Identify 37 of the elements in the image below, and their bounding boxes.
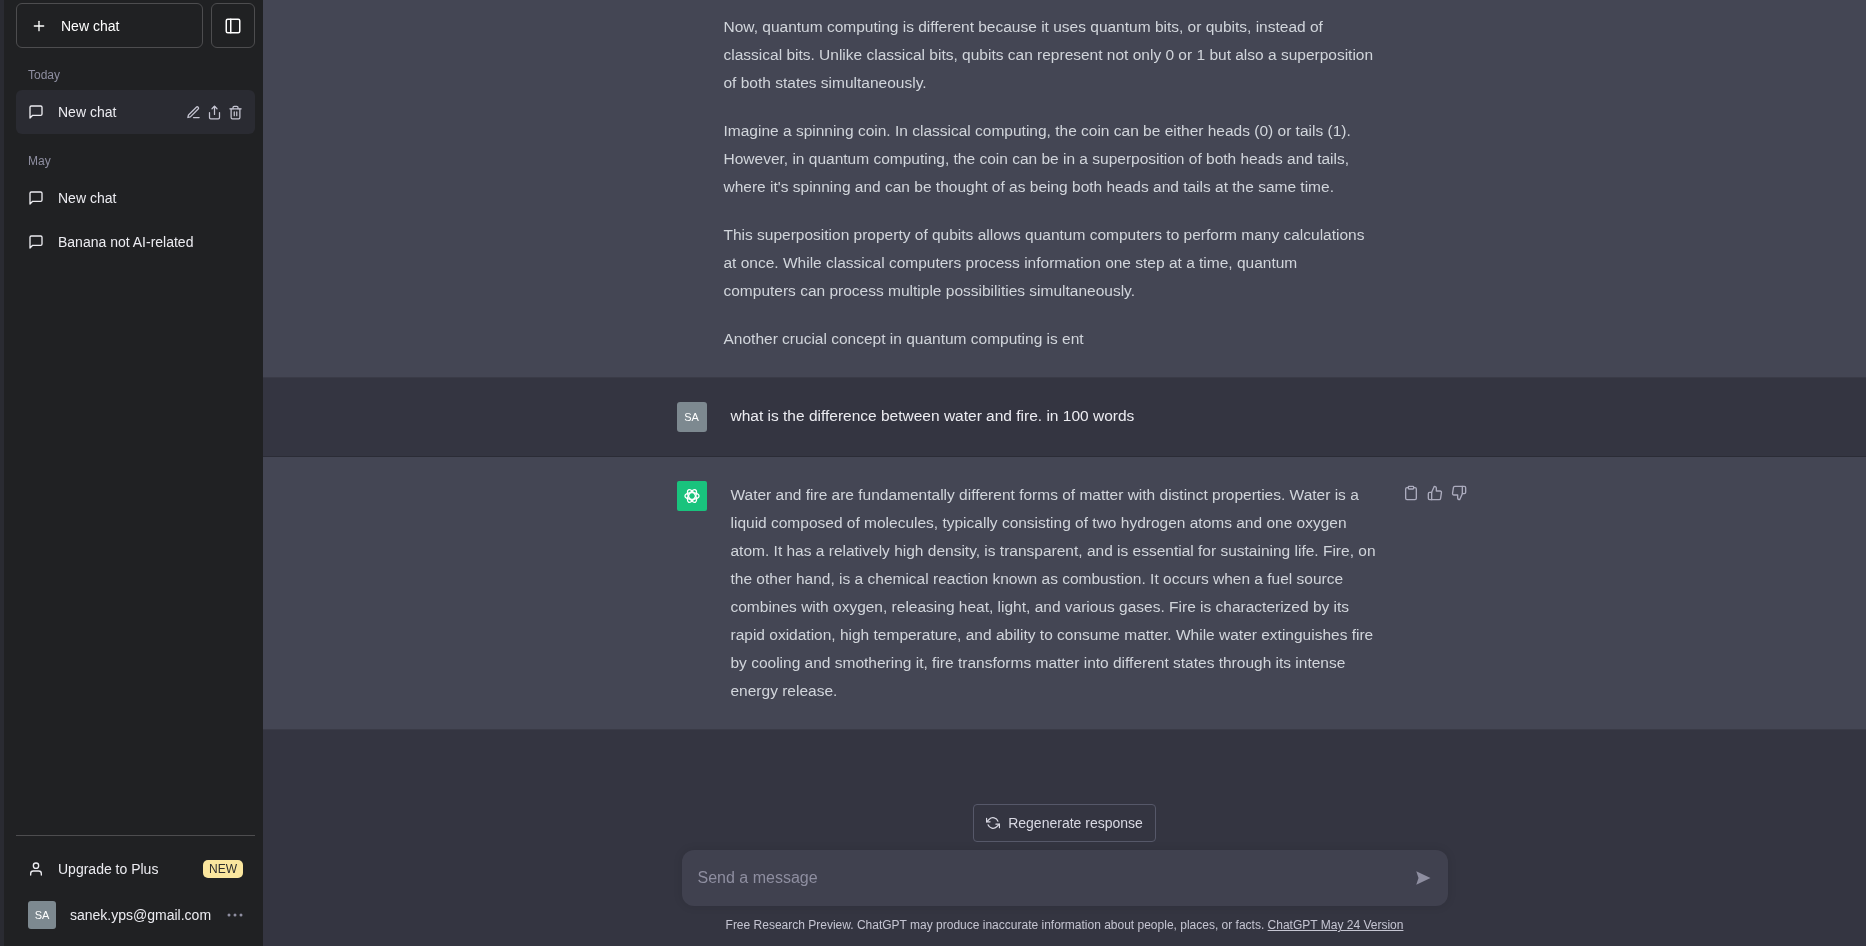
thumbs-down-icon [1450, 485, 1467, 501]
more-icon [227, 913, 243, 917]
thumbs-up-icon [1426, 485, 1443, 501]
disclaimer-text: Free Research Preview. ChatGPT may produce inaccurate information about people, places, or facts. ChatGPT May 24 Version [725, 918, 1404, 932]
chat-bubble-icon [28, 190, 44, 206]
chat-item[interactable]: New chat [16, 176, 255, 220]
version-link[interactable]: ChatGPT May 24 Version [1267, 918, 1404, 932]
new-chat-button[interactable]: New chat [16, 3, 203, 48]
share-icon [207, 104, 222, 120]
account-item[interactable]: SA sanek.yps@gmail.com [16, 892, 255, 938]
section-label: May [27, 153, 52, 170]
user-icon [28, 861, 44, 877]
chat-bubble-icon [28, 234, 44, 250]
user-message: what is the difference between water and fire. in 100 words [730, 406, 1136, 426]
user-avatar: SA [676, 402, 707, 432]
sidebar-toggle-button[interactable] [211, 3, 255, 48]
send-icon[interactable] [1413, 869, 1432, 887]
sidebar-icon [224, 16, 242, 35]
new-badge: NEW [203, 860, 243, 878]
clipboard-icon [1402, 485, 1419, 501]
chat-item[interactable]: New chat [16, 90, 255, 134]
pencil-icon [186, 104, 201, 120]
trash-icon [228, 104, 243, 120]
regenerate-button[interactable]: Regenerate response [973, 804, 1156, 842]
refresh-icon [986, 816, 1001, 830]
section-label: Today [27, 67, 62, 84]
upgrade-item[interactable]: Upgrade to Plus NEW [16, 846, 255, 892]
message-input[interactable]: Send a message [681, 850, 1448, 906]
response-paragraph: This superposition property of qubits allows quantum computers to perform many calculations at once. While classical computers process information one step at a time, quantum computers can process multiple possibilities simultaneously. [723, 225, 1366, 301]
response-paragraph: Another crucial concept in quantum computing is ent [723, 329, 1085, 349]
assistant-logo-icon [676, 481, 707, 511]
account-avatar: SA [28, 901, 56, 929]
chat-bubble-icon [28, 104, 44, 120]
response-paragraph: Now, quantum computing is different because it uses quantum bits, or qubits, instead of classical bits. Unlike classical bits, qubits can represent not only 0 or 1 but also a superposition of both states simultaneously. [723, 17, 1374, 93]
chat-item[interactable]: Banana not AI-related [16, 220, 255, 264]
response-paragraph: Water and fire are fundamentally different forms of matter with distinct properties. Water is a liquid composed of molecules, typically consisting of two hydrogen atoms and one oxygen atom. It has a relatively high density, is transparent, and is essential for sustaining life. Fire, on the other hand, is a chemical reaction known as combustion. It occurs when a fuel source combines with oxygen, releasing heat, light, and various gases. Fire is characterized by its rapid oxidation, high temperature, and ability to consume matter. While water extinguishes fire by cooling and smothering it, fire transforms matter into different states through its intense energy release. [730, 485, 1377, 701]
response-paragraph: Imagine a spinning coin. In classical computing, the coin can be either heads (0) or tails (1). However, in quantum computing, the coin can be in a superposition of both heads and tails, where it's spinning and can be thought of as being both heads and tails at the same time. [723, 121, 1352, 197]
